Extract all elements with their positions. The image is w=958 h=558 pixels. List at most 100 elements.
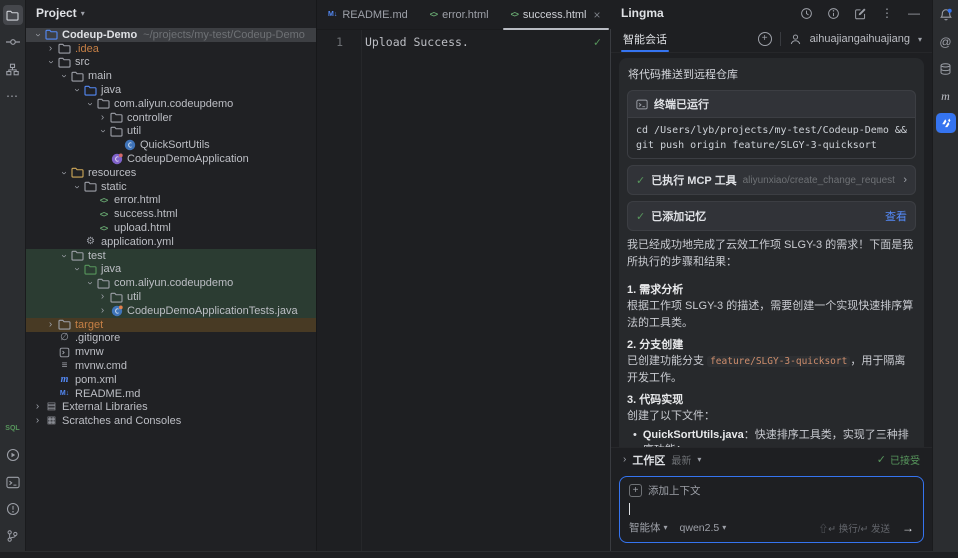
tree-row-success.html[interactable]: <>success.html (26, 207, 316, 221)
code-editor[interactable]: 1 Upload Success. ✓ (317, 30, 610, 551)
workspace-bar[interactable]: › 工作区 最新 ▾ ✓已接受 (611, 447, 932, 471)
chevron-down-icon[interactable]: › (59, 166, 69, 179)
user-menu[interactable]: aihuajiangaihuajiang (810, 33, 910, 45)
view-memory-link[interactable]: 查看 (885, 208, 907, 224)
database-button[interactable] (936, 59, 956, 79)
maven-button[interactable]: m (936, 86, 956, 106)
tree-row-src[interactable]: ›src (26, 56, 316, 70)
tree-row-static[interactable]: ›static (26, 180, 316, 194)
tree-row-application.yml[interactable]: ⚙application.yml (26, 235, 316, 249)
chevron-down-icon[interactable]: ▾ (697, 455, 701, 464)
terminal-button[interactable] (3, 472, 23, 492)
tree-row-codeup-demo[interactable]: ›Codeup-Demo~/projects/my-test/Codeup-De… (26, 28, 316, 42)
tree-row-util[interactable]: › util (26, 290, 316, 304)
mentions-button[interactable]: @ (936, 32, 956, 52)
tree-row-java[interactable]: ›java (26, 263, 316, 277)
tree-row-.idea[interactable]: › .idea (26, 42, 316, 56)
tree-row-util[interactable]: ›util (26, 125, 316, 139)
close-icon[interactable]: × (593, 8, 600, 22)
chevron-down-icon[interactable]: › (98, 125, 108, 138)
tree-item-label: util (127, 291, 141, 303)
send-button[interactable]: → (902, 521, 914, 535)
add-context-chip[interactable]: + 添加上下文 (629, 483, 914, 498)
sql-button[interactable]: SQL (3, 418, 23, 438)
git-branch-button[interactable] (3, 526, 23, 546)
tab-success.html[interactable]: <>success.html× (500, 0, 612, 29)
terminal-run-card[interactable]: 终端已运行 cd /Users/lyb/projects/my-test/Cod… (627, 90, 916, 159)
chevron-down-icon[interactable]: › (85, 97, 95, 110)
tree-row-target[interactable]: ›target (26, 318, 316, 332)
chevron-right-icon[interactable]: › (96, 306, 109, 316)
tree-row-resources[interactable]: ›resources (26, 166, 316, 180)
more-button[interactable]: ⋮ (879, 5, 895, 21)
chevron-down-icon[interactable]: › (33, 28, 43, 41)
tree-row-pom.xml[interactable]: mpom.xml (26, 373, 316, 387)
minimize-button[interactable]: — (906, 5, 922, 21)
agent-selector[interactable]: 智能体▾ (629, 520, 668, 535)
tree-row-readme.md[interactable]: M↓README.md (26, 387, 316, 401)
chevron-right-icon[interactable]: › (44, 320, 57, 330)
tab-error.html[interactable]: <>error.html (419, 0, 500, 29)
bullet-icon: • (633, 428, 637, 448)
project-header[interactable]: Project ▾ (26, 0, 316, 26)
folder-res-icon (70, 167, 85, 178)
tree-item-label: .gitignore (75, 332, 120, 344)
tree-row-scratches-and-consoles[interactable]: ›▦Scratches and Consoles (26, 414, 316, 428)
info-button[interactable] (825, 5, 841, 21)
chevron-right-icon[interactable]: › (31, 402, 44, 412)
chevron-down-icon[interactable]: › (46, 56, 56, 69)
project-button[interactable] (3, 5, 23, 25)
chevron-down-icon[interactable]: › (72, 180, 82, 193)
tree-row-mvnw.cmd[interactable]: ≡mvnw.cmd (26, 359, 316, 373)
tree-row-com.aliyun.codeupdemo[interactable]: ›com.aliyun.codeupdemo (26, 276, 316, 290)
tree-row-mvnw[interactable]: mvnw (26, 345, 316, 359)
tab-smart-chat[interactable]: 智能会话 (621, 26, 669, 52)
section-heading: 2. 分支创建 (627, 336, 916, 352)
tab-readme.md[interactable]: M↓README.md (317, 0, 419, 29)
new-chat-button[interactable] (852, 5, 868, 21)
tree-row-java[interactable]: ›java (26, 83, 316, 97)
mcp-tool-card[interactable]: ✓ 已执行 MCP 工具 aliyunxiao/create_change_re… (627, 165, 916, 195)
tree-row-codeupdemoapplicationtests.java[interactable]: ›CCodeupDemoApplicationTests.java (26, 304, 316, 318)
chevron-down-icon[interactable]: › (72, 84, 82, 97)
tree-row-codeupdemoapplication[interactable]: CCodeupDemoApplication (26, 152, 316, 166)
structure-button[interactable] (3, 59, 23, 79)
tree-item-label: .idea (75, 43, 99, 55)
tree-row-quicksortutils[interactable]: CQuickSortUtils (26, 138, 316, 152)
chat-input-box[interactable]: + 添加上下文 智能体▾ qwen2.5▾ ⇧↵ 换行/↵ 发送 → (619, 476, 924, 543)
commit-button[interactable] (3, 32, 23, 52)
tree-row-com.aliyun.codeupdemo[interactable]: ›com.aliyun.codeupdemo (26, 97, 316, 111)
history-button[interactable] (798, 5, 814, 21)
chevron-right-icon[interactable]: › (96, 292, 109, 302)
tree-item-label: Scratches and Consoles (62, 415, 181, 427)
assistant-markdown: 1. 需求分析根据工作项 SLGY-3 的描述，需要创建一个实现快速排序算法的工… (627, 276, 916, 447)
tree-row-test[interactable]: ›test (26, 249, 316, 263)
tree-row-external-libraries[interactable]: ›▤External Libraries (26, 401, 316, 415)
problems-button[interactable] (3, 499, 23, 519)
chevron-right-icon[interactable]: › (44, 44, 57, 54)
package-icon (96, 98, 111, 109)
tree-row-controller[interactable]: ›controller (26, 111, 316, 125)
chevron-down-icon[interactable]: ▾ (918, 35, 922, 44)
chevron-down-icon[interactable]: › (59, 249, 69, 262)
tree-row-main[interactable]: ›main (26, 69, 316, 83)
tree-row-upload.html[interactable]: <>upload.html (26, 221, 316, 235)
tree-row-error.html[interactable]: <>error.html (26, 194, 316, 208)
chevron-down-icon[interactable]: › (72, 263, 82, 276)
lingma-logo-button[interactable] (936, 113, 956, 133)
tree-row-.gitignore[interactable]: ∅.gitignore (26, 332, 316, 346)
model-selector[interactable]: qwen2.5▾ (680, 522, 727, 534)
chevron-down-icon[interactable]: › (85, 277, 95, 290)
chat-scroll-area[interactable]: 将代码推送到远程仓库 终端已运行 cd /Users/lyb/projects/… (611, 53, 932, 447)
more-button[interactable]: ⋯ (3, 86, 23, 106)
services-button[interactable] (3, 445, 23, 465)
memory-added-card[interactable]: ✓ 已添加记忆 查看 (627, 201, 916, 231)
inspection-ok-icon[interactable]: ✓ (594, 35, 601, 49)
chevron-down-icon[interactable]: › (59, 70, 69, 83)
new-session-button[interactable]: + (758, 32, 772, 46)
mcp-card-title: 已执行 MCP 工具 (651, 172, 736, 188)
user-icon (789, 33, 802, 46)
notifications-button[interactable] (936, 5, 956, 25)
chevron-right-icon[interactable]: › (31, 416, 44, 426)
chevron-right-icon[interactable]: › (96, 113, 109, 123)
